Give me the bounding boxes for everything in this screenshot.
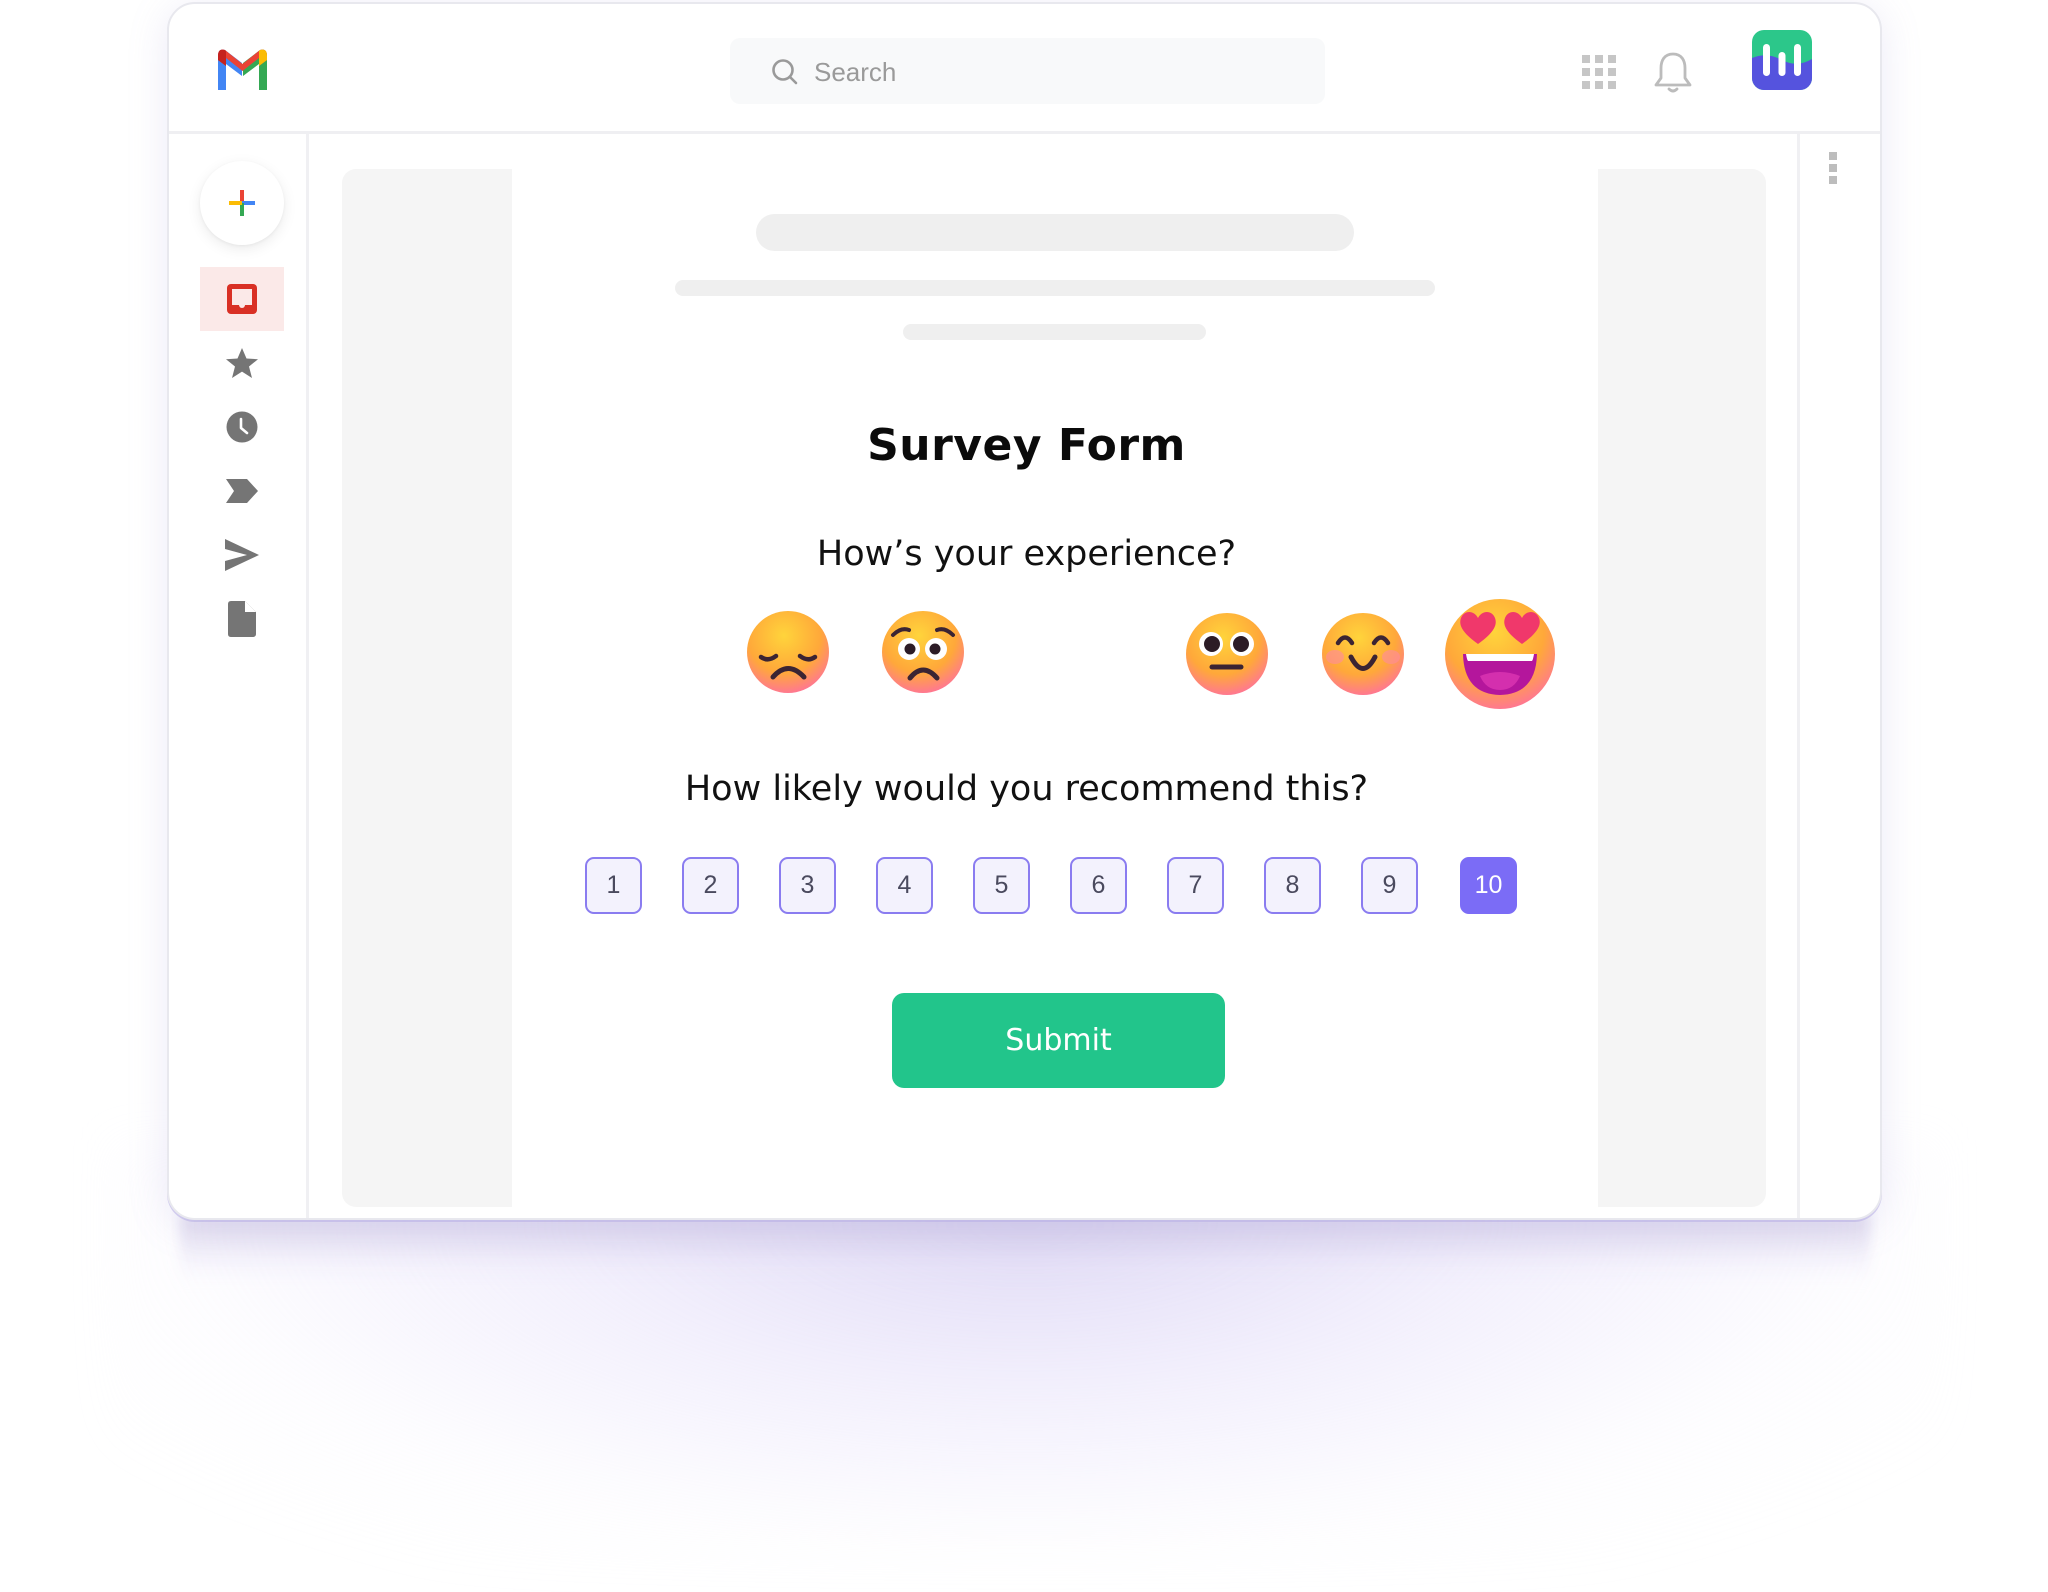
rating-option-4[interactable]: 4 [876,857,933,914]
disappointed-face-icon [747,611,829,693]
brand-avatar-icon[interactable] [1752,30,1812,90]
top-bar [169,4,1880,134]
rating-option-9[interactable]: 9 [1361,857,1418,914]
emoji-option-worried[interactable] [881,610,965,694]
sidebar [169,134,309,1218]
sidebar-item-starred[interactable] [200,331,284,395]
inbox-icon [227,284,257,314]
apps-grid-icon[interactable] [1581,54,1617,90]
smiling-face-icon [1322,613,1404,695]
right-rail-divider [1797,134,1800,1218]
submit-button[interactable]: Submit [892,993,1225,1088]
search-input[interactable] [812,52,1296,92]
skeleton-line-short [903,324,1206,340]
rating-option-1[interactable]: 1 [585,857,642,914]
rating-option-6[interactable]: 6 [1070,857,1127,914]
sidebar-item-inbox[interactable] [200,267,284,331]
emoji-option-neutral[interactable] [1185,612,1269,696]
email-margin-right [1598,169,1766,1207]
gmail-logo-icon[interactable] [214,46,271,92]
skeleton-heading [756,214,1354,251]
rating-option-7[interactable]: 7 [1167,857,1224,914]
search-bar[interactable] [730,38,1325,104]
email-margin-left [342,169,512,1207]
heart-eyes-face-icon [1445,599,1555,709]
sidebar-item-drafts[interactable] [200,587,284,651]
rating-option-8[interactable]: 8 [1264,857,1321,914]
star-icon [226,348,258,378]
bell-icon[interactable] [1653,50,1693,94]
document-icon [228,601,256,637]
emoji-option-disappointed[interactable] [746,610,830,694]
mail-window: Survey Form How’s your experience? [167,2,1882,1220]
experience-question: How’s your experience? [816,534,1237,574]
emoji-option-smiling[interactable] [1321,612,1405,696]
plus-icon [229,190,255,216]
worried-face-icon [882,611,964,693]
label-icon [226,479,258,503]
rating-option-2[interactable]: 2 [682,857,739,914]
rating-option-3[interactable]: 3 [779,857,836,914]
rating-option-5[interactable]: 5 [973,857,1030,914]
survey-title: Survey Form [867,420,1186,471]
skeleton-line [675,280,1435,296]
compose-button[interactable] [200,161,284,245]
rating-option-10[interactable]: 10 [1460,857,1517,914]
emoji-option-heart-eyes[interactable] [1444,598,1556,710]
neutral-face-icon [1186,613,1268,695]
search-icon [772,59,798,85]
recommend-question: How likely would you recommend this? [684,769,1369,809]
kebab-menu-icon[interactable] [1826,152,1840,188]
window-shadow-band [180,1215,1870,1285]
